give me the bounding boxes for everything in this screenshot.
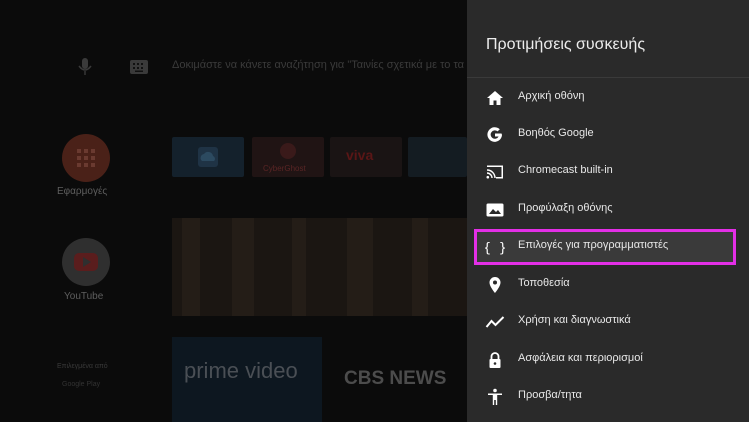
lock-icon [489, 352, 501, 368]
menu-item-label: Τοποθεσία [518, 277, 570, 289]
channel-tile[interactable] [408, 137, 467, 177]
google-play-label: Google Play [62, 381, 101, 388]
menu-item-label: Ασφάλεια και περιορισμοί [518, 352, 643, 364]
menu-item-label: Χρήση και διαγνωστικά [518, 314, 631, 326]
viva-label: viva [346, 147, 374, 163]
menu-item-label: Προσβα/τητα [518, 389, 582, 401]
location-pin-icon [489, 277, 501, 293]
cyberghost-label: CyberGhost [263, 164, 306, 173]
screensaver-icon [486, 203, 504, 217]
menu-item-location[interactable]: Τοποθεσία [467, 266, 749, 303]
menu-item-home-screen[interactable]: Αρχική οθόνη [467, 79, 749, 116]
panel-title: Προτιμήσεις συσκευής [486, 36, 646, 53]
menu-item-chromecast[interactable]: Chromecast built-in [467, 153, 749, 190]
menu-item-google-assistant[interactable]: Βοηθός Google [467, 116, 749, 153]
menu-item-label: Αρχική οθόνη [518, 90, 585, 102]
menu-item-accessibility[interactable]: Προσβα/τητα [467, 378, 749, 415]
cloud-icon [198, 147, 218, 167]
menu-item-label: Προφύλαξη οθόνης [518, 202, 613, 214]
cast-icon [486, 165, 503, 179]
youtube-icon [74, 253, 98, 271]
divider [467, 77, 749, 78]
apps-label: Εφαρμογές [57, 186, 108, 197]
cbs-news-label: CBS NEWS [344, 368, 447, 389]
home-screen-background: Δοκιμάστε να κάνετε αναζήτηση για "Ταινί… [0, 0, 467, 422]
menu-item-screensaver[interactable]: Προφύλαξη οθόνης [467, 191, 749, 228]
channel-tile[interactable]: CyberGhost [252, 137, 324, 177]
keyboard-icon[interactable] [130, 60, 148, 74]
youtube-app[interactable] [62, 238, 110, 286]
accessibility-icon [488, 388, 502, 405]
focus-ring [474, 229, 736, 265]
prime-video-label: prime video [184, 358, 298, 383]
menu-item-security[interactable]: Ασφάλεια και περιορισμοί [467, 341, 749, 378]
microphone-icon[interactable] [77, 57, 93, 77]
diagnostics-trend-icon [485, 316, 505, 328]
apps-button[interactable] [62, 134, 110, 182]
menu-item-usage-diagnostics[interactable]: Χρήση και διαγνωστικά [467, 303, 749, 340]
home-icon [487, 91, 503, 105]
apps-grid-icon [77, 149, 95, 167]
featured-banner[interactable] [172, 218, 467, 316]
youtube-label: YouTube [64, 291, 104, 302]
sponsored-label: Επιλεγμένα από [57, 363, 108, 370]
menu-item-label: Βοηθός Google [518, 127, 594, 139]
menu-item-label: Chromecast built-in [518, 164, 613, 176]
search-hint[interactable]: Δοκιμάστε να κάνετε αναζήτηση για "Ταινί… [172, 59, 464, 71]
google-g-icon [487, 127, 502, 142]
channel-tile[interactable] [172, 137, 244, 177]
